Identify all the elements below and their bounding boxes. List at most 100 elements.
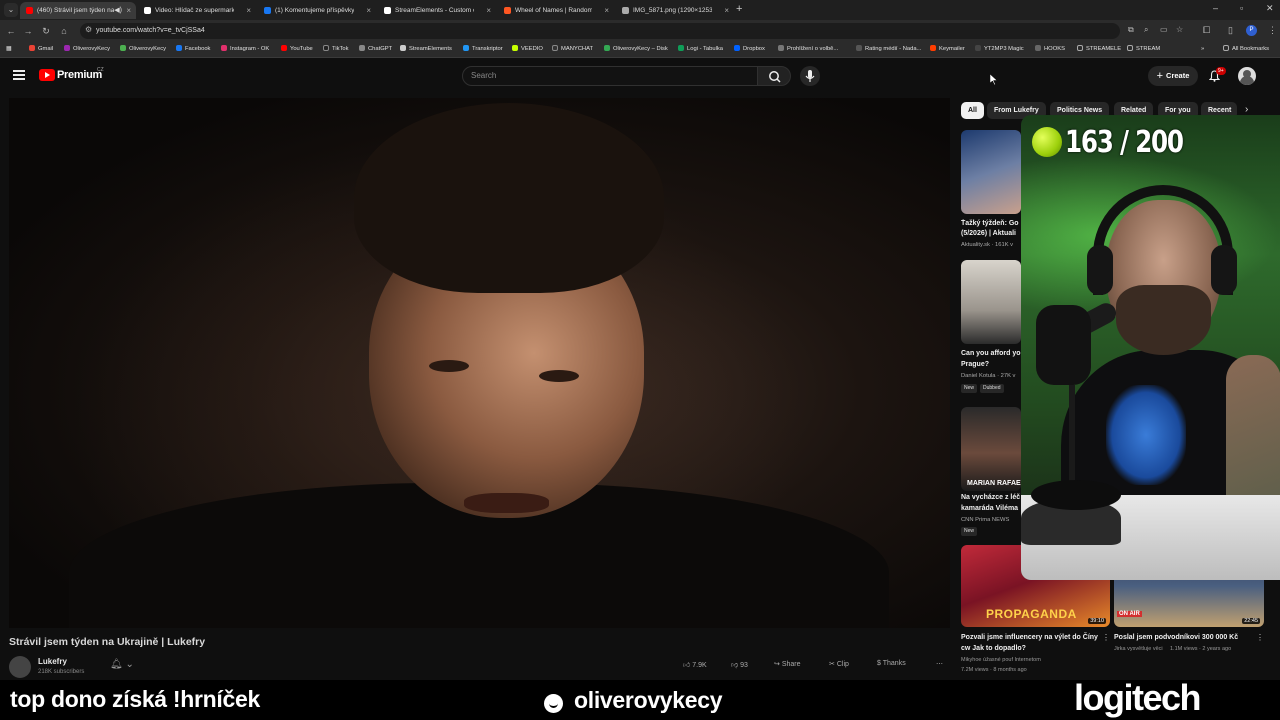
bookmark-folder[interactable]: STREAM: [1127, 42, 1160, 57]
bookmark-item[interactable]: Keymailer: [930, 42, 965, 57]
video-title-line[interactable]: kamaráda Viléma: [961, 504, 1023, 515]
close-window-icon[interactable]: ✕: [1266, 3, 1274, 14]
cast-icon[interactable]: ▭: [1160, 25, 1168, 34]
account-avatar[interactable]: [1238, 67, 1256, 85]
browser-profile-avatar[interactable]: P: [1246, 25, 1257, 36]
browser-tab[interactable]: (460) Strávil jsem týden na ◀) ×: [20, 2, 136, 19]
browser-tab[interactable]: Wheel of Names | Random nam ×: [498, 2, 614, 19]
video-title[interactable]: Poslal jsem podvodníkovi 300 000 Kč: [1114, 633, 1256, 644]
like-button[interactable]: 👍︎ 7.9K: [683, 660, 707, 669]
extensions-icon[interactable]: ⧠: [1203, 25, 1210, 36]
bookmark-item[interactable]: OliverovyKecy: [64, 42, 110, 57]
translate-icon[interactable]: ⧉: [1128, 25, 1134, 35]
video-title-line[interactable]: Prague?: [961, 360, 1023, 371]
bookmark-star-icon[interactable]: ☆: [1176, 25, 1183, 34]
thumbnail-caption: PROPAGANDA: [986, 607, 1077, 621]
apps-icon[interactable]: ▦: [6, 42, 11, 57]
search-button[interactable]: [757, 66, 791, 86]
video-player[interactable]: [9, 98, 950, 628]
video-title-line[interactable]: (5/2026) | Aktuali: [961, 229, 1023, 240]
video-title[interactable]: Pozvali jsme influencery na výlet do Čín…: [961, 633, 1103, 654]
bookmark-item[interactable]: YT2MP3 Magic: [975, 42, 1024, 57]
browser-tab[interactable]: Video: Hlídač ze supermarketu ×: [138, 2, 256, 19]
close-tab-icon[interactable]: ×: [486, 2, 491, 19]
address-bar[interactable]: ⚙ youtube.com/watch?v=e_tvCjSSa4: [80, 23, 1120, 39]
bookmark-item[interactable]: Dropbox: [734, 42, 765, 57]
thumbnail-caption: MARIAN RAFAE: [967, 480, 1021, 487]
sponsor-logo: logitech: [1074, 677, 1202, 718]
youtube-premium-logo[interactable]: Premium: [57, 69, 102, 81]
bookmark-item[interactable]: YouTube: [281, 42, 313, 57]
notification-count-badge: 9+: [1216, 67, 1226, 75]
share-button[interactable]: ↪ Share: [774, 660, 801, 668]
more-actions-icon[interactable]: ⋯: [936, 660, 943, 668]
channel-avatar[interactable]: [9, 656, 31, 678]
reload-icon[interactable]: ↻: [40, 24, 52, 38]
bookmark-folder[interactable]: STREAMELE: [1077, 42, 1121, 57]
back-icon[interactable]: ←: [5, 24, 17, 38]
browser-menu-icon[interactable]: ⋮: [1268, 25, 1277, 36]
bookmark-item[interactable]: OliverovyKecy – Disk: [604, 42, 668, 57]
video-title-line[interactable]: Na vycházce z léč: [961, 493, 1023, 504]
bookmark-item[interactable]: Rating médií - Nada...: [856, 42, 921, 57]
minimize-icon[interactable]: –: [1213, 3, 1218, 13]
bookmark-item[interactable]: OliverovyKecy: [120, 42, 166, 57]
voice-search-button[interactable]: [800, 66, 820, 86]
bookmark-item[interactable]: Gmail: [29, 42, 53, 57]
bookmark-item[interactable]: Instagram - OK: [221, 42, 269, 57]
video-channel: Jirka vysvětluje věci: [1114, 646, 1163, 652]
dislike-button[interactable]: 👎︎ 93: [731, 660, 748, 669]
bookmark-item[interactable]: Logi - Tabulka: [678, 42, 723, 57]
browser-tab[interactable]: (1) Komentujeme příspěvky de ×: [258, 2, 376, 19]
zoom-icon[interactable]: ⌕: [1144, 25, 1148, 35]
clip-button[interactable]: ✂ Clip: [829, 660, 849, 668]
video-thumbnail[interactable]: [961, 130, 1021, 214]
restore-icon[interactable]: ▫: [1240, 3, 1243, 13]
bookmark-item[interactable]: ChatGPT: [359, 42, 392, 57]
new-tab-button[interactable]: +: [736, 2, 748, 17]
more-options-icon[interactable]: ⋮: [1256, 633, 1264, 642]
forward-icon[interactable]: →: [22, 24, 34, 38]
home-icon[interactable]: ⌂: [58, 24, 70, 38]
speaker-icon[interactable]: ◀): [114, 2, 122, 19]
close-tab-icon[interactable]: ×: [724, 2, 729, 19]
video-thumbnail[interactable]: [961, 260, 1021, 344]
close-tab-icon[interactable]: ×: [604, 2, 609, 19]
menu-icon[interactable]: [13, 70, 25, 80]
browser-tab[interactable]: IMG_5871.png (1290×1253) ×: [616, 2, 734, 19]
more-bookmarks-icon[interactable]: »: [1201, 42, 1204, 57]
bookmark-item[interactable]: HOOKS: [1035, 42, 1065, 57]
bookmark-item[interactable]: Facebook: [176, 42, 210, 57]
all-bookmarks-folder[interactable]: All Bookmarks: [1223, 42, 1269, 57]
bookmark-item[interactable]: StreamElements: [400, 42, 452, 57]
bookmark-item[interactable]: TikTok: [323, 42, 349, 57]
video-thumbnail[interactable]: MARIAN RAFAE: [961, 407, 1021, 491]
bookmark-item[interactable]: VEEDIO: [512, 42, 543, 57]
video-meta: Aktuality.sk · 161K v: [961, 242, 1014, 248]
chip-all[interactable]: All: [961, 102, 984, 119]
tab-search-icon[interactable]: ⌄: [4, 3, 18, 17]
video-title-line[interactable]: Can you afford yo: [961, 349, 1023, 360]
close-tab-icon[interactable]: ×: [366, 2, 371, 19]
site-info-icon[interactable]: ⚙: [85, 25, 92, 34]
more-options-icon[interactable]: ⋮: [1102, 633, 1110, 642]
sidepanel-icon[interactable]: ▯: [1228, 25, 1233, 36]
thanks-button[interactable]: $ Thanks: [877, 660, 906, 667]
close-tab-icon[interactable]: ×: [246, 2, 251, 19]
url-text[interactable]: youtube.com/watch?v=e_tvCjSSa4: [96, 23, 205, 39]
video-title-line[interactable]: Ťažký týždeň: Go: [961, 219, 1023, 230]
chevron-right-icon[interactable]: ›: [1245, 104, 1248, 115]
browser-tab[interactable]: StreamElements - Custom com ×: [378, 2, 496, 19]
create-button[interactable]: + Create: [1148, 66, 1198, 86]
bookmark-item[interactable]: Transkriptor: [463, 42, 503, 57]
youtube-favicon-icon: [26, 7, 33, 14]
youtube-logo-icon[interactable]: [39, 69, 55, 81]
search-input[interactable]: Search: [462, 66, 758, 86]
bookmark-item[interactable]: Prohlížení o volbě...: [778, 42, 838, 57]
close-tab-icon[interactable]: ×: [126, 2, 131, 19]
thumbs-up-icon: 👍︎: [683, 662, 691, 669]
channel-name[interactable]: Lukefry: [38, 657, 67, 666]
goal-progress-text: 163 / 200: [1065, 125, 1184, 160]
subscription-bell-icon[interactable]: 🔔︎ ⌄: [110, 659, 134, 670]
bookmark-item[interactable]: MANYCHAT: [552, 42, 593, 57]
